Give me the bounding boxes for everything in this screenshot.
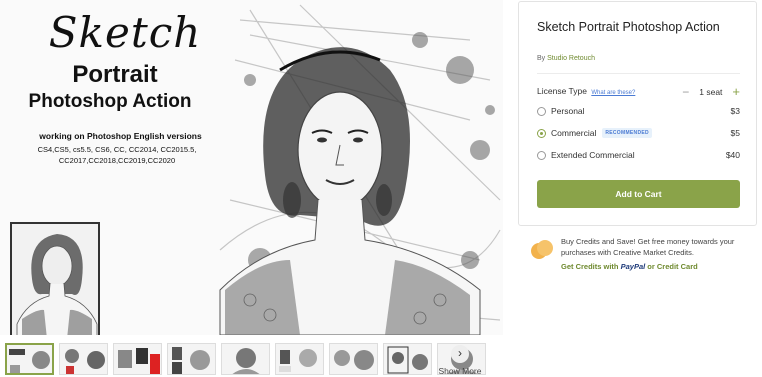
- thumbnail-3[interactable]: [113, 343, 162, 375]
- divider: [537, 73, 740, 74]
- product-author-line: By Studio Retouch: [537, 55, 595, 62]
- license-help-link[interactable]: What are these?: [591, 90, 635, 96]
- get-credits-prefix: Get Credits with: [561, 262, 621, 271]
- seat-stepper: − 1 seat +: [682, 84, 740, 99]
- thumbnail-8[interactable]: [383, 343, 432, 375]
- license-option-price: $5: [730, 128, 740, 138]
- thumbnail-6[interactable]: [275, 343, 324, 375]
- purchase-card: Sketch Portrait Photoshop Action By Stud…: [518, 1, 757, 226]
- thumbnail-2[interactable]: [59, 343, 108, 375]
- product-main-image[interactable]: Sketch Portrait Photoshop Action working…: [0, 0, 503, 335]
- license-option-label: Commercial: [551, 128, 597, 138]
- thumbnail-7[interactable]: [329, 343, 378, 375]
- credits-promo-text: Buy Credits and Save! Get free money tow…: [561, 237, 735, 257]
- thumbnail-strip: [5, 343, 486, 377]
- hero-subtitle-portrait: Portrait: [72, 61, 158, 88]
- original-photo-inset: [10, 222, 100, 335]
- author-prefix: By: [537, 55, 548, 62]
- thumbnail-5[interactable]: [221, 343, 270, 375]
- show-more-label: Show More: [438, 366, 482, 376]
- license-option-personal[interactable]: Personal $3: [537, 104, 740, 118]
- license-option-extended-commercial[interactable]: Extended Commercial $40: [537, 148, 740, 162]
- radio-extended-commercial[interactable]: [537, 150, 546, 160]
- chevron-right-icon: ›: [451, 345, 469, 363]
- seat-increment-button[interactable]: +: [732, 84, 740, 99]
- show-more-button[interactable]: › Show More: [436, 345, 484, 376]
- hero-title: Sketch: [48, 8, 202, 57]
- get-credits-link[interactable]: Get Credits with PayPal or Credit Card: [561, 262, 698, 271]
- license-option-price: $40: [725, 150, 740, 160]
- seat-decrement-button[interactable]: −: [682, 85, 689, 99]
- license-type-text: License Type: [537, 86, 587, 96]
- add-to-cart-button[interactable]: Add to Cart: [537, 180, 740, 208]
- license-option-commercial[interactable]: Commercial RECOMMENDED $5: [537, 126, 740, 140]
- hero-subtitle-photoshop-action: Photoshop Action: [28, 91, 192, 112]
- author-link[interactable]: Studio Retouch: [547, 55, 595, 62]
- radio-personal[interactable]: [537, 106, 546, 116]
- license-option-label: Extended Commercial: [551, 150, 635, 160]
- coins-icon: [531, 240, 553, 259]
- radio-commercial[interactable]: [537, 128, 546, 138]
- product-title: Sketch Portrait Photoshop Action: [537, 20, 720, 34]
- hero-version-list: CS4,CS5, cs5.5, CS6, CC, CC2014, CC2015.…: [37, 145, 197, 165]
- thumbnail-4[interactable]: [167, 343, 216, 375]
- hero-compatibility-note: working on Photoshop English versions: [39, 131, 202, 141]
- get-credits-suffix: or Credit Card: [645, 262, 698, 271]
- recommended-badge: RECOMMENDED: [602, 128, 652, 138]
- license-option-label: Personal: [551, 106, 585, 116]
- paypal-logo: PayPal: [620, 262, 646, 271]
- license-option-price: $3: [730, 106, 740, 116]
- thumbnail-1[interactable]: [5, 343, 54, 375]
- license-type-label: License Type What are these?: [537, 86, 635, 96]
- seat-count: 1 seat: [699, 86, 723, 97]
